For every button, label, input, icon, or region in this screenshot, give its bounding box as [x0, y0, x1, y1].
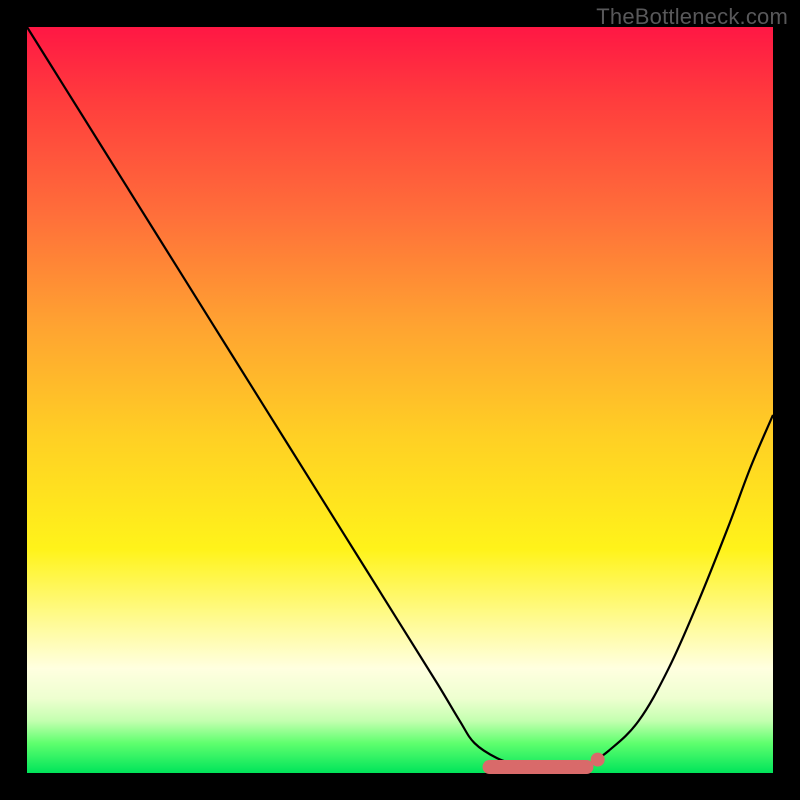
curve-path: [27, 27, 773, 774]
watermark-text: TheBottleneck.com: [596, 4, 788, 30]
optimal-end-dot: [591, 753, 605, 767]
chart-frame: TheBottleneck.com: [0, 0, 800, 800]
bottleneck-curve: [0, 0, 800, 800]
